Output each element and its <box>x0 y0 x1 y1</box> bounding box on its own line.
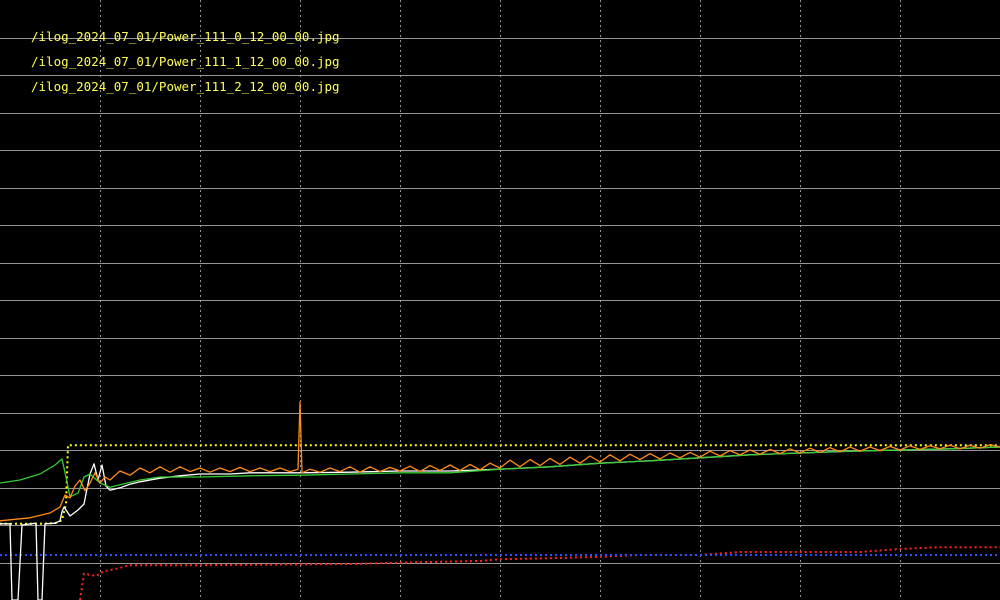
chart-legend: /ilog_2024_07_01/Power_111_0_12_00_00.jp… <box>31 24 340 99</box>
legend-entry-0: /ilog_2024_07_01/Power_111_0_12_00_00.jp… <box>31 29 340 44</box>
legend-entry-2: /ilog_2024_07_01/Power_111_2_12_00_00.jp… <box>31 79 340 94</box>
series-line-3 <box>0 446 1000 600</box>
legend-entry-1: /ilog_2024_07_01/Power_111_1_12_00_00.jp… <box>31 54 340 69</box>
